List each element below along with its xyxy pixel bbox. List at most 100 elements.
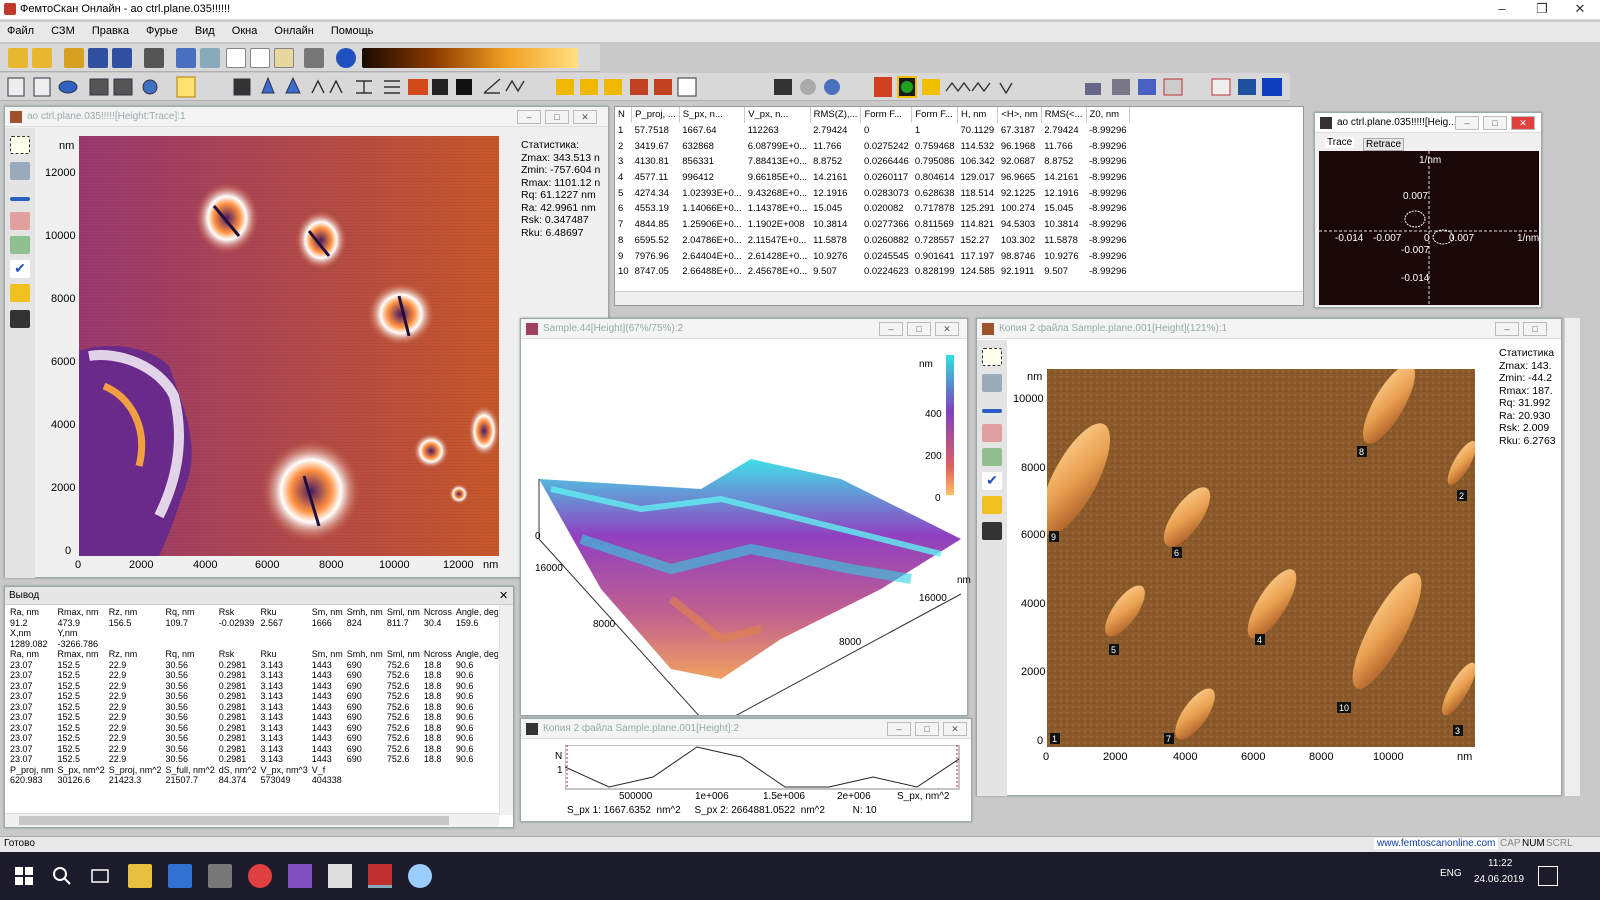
menu-fourier[interactable]: Фурье bbox=[139, 22, 185, 40]
path-icon[interactable] bbox=[982, 448, 1002, 466]
menu-online[interactable]: Онлайн bbox=[267, 22, 320, 40]
col-header[interactable]: RMS(Z),... bbox=[810, 107, 862, 123]
paint-icon[interactable] bbox=[982, 496, 1002, 514]
table-row[interactable]: 3 4130.81 856331 7.88413E+0... 8.8752 0.02664… bbox=[615, 154, 1130, 170]
maximize-button[interactable]: □ bbox=[1483, 116, 1507, 130]
col-header[interactable]: V_px, n... bbox=[744, 107, 811, 123]
windows-start-icon[interactable] bbox=[12, 864, 36, 888]
col-header[interactable]: H, nm bbox=[957, 107, 999, 123]
maximize-button[interactable]: □ bbox=[915, 722, 939, 736]
profile-window[interactable]: Копия 2 файла Sample.plane.001[Height]:2… bbox=[520, 718, 972, 822]
particle-marker[interactable]: 6 bbox=[1174, 548, 1179, 558]
notifications-icon[interactable] bbox=[1538, 866, 1558, 886]
line-icon[interactable] bbox=[982, 409, 1002, 413]
minimize-icon[interactable]: – bbox=[1485, 0, 1519, 20]
paint-icon[interactable] bbox=[10, 284, 30, 302]
histogram-plot[interactable] bbox=[565, 745, 961, 791]
col-header[interactable]: <H>, nm bbox=[997, 107, 1042, 123]
close-button[interactable]: ✕ bbox=[1511, 116, 1535, 130]
particle-marker[interactable]: 7 bbox=[1166, 734, 1171, 744]
restore-icon[interactable]: ❐ bbox=[1525, 0, 1559, 20]
calculator-icon[interactable] bbox=[208, 864, 232, 888]
minimize-button[interactable]: – bbox=[1455, 116, 1479, 130]
close-button[interactable]: ✕ bbox=[943, 722, 967, 736]
minimize-button[interactable]: – bbox=[879, 322, 903, 336]
table-row[interactable]: 9 7976.96 2.64404E+0... 2.61428E+0... 10.927… bbox=[615, 248, 1130, 264]
undo-icon[interactable] bbox=[176, 48, 196, 68]
select-rect-icon[interactable] bbox=[10, 136, 30, 154]
particle-marker[interactable]: 9 bbox=[1051, 532, 1056, 542]
table-row[interactable]: 5 4274.34 1.02393E+0... 9.43268E+0... 12.191… bbox=[615, 185, 1130, 201]
close-button[interactable]: ✕ bbox=[935, 322, 959, 336]
search-icon[interactable] bbox=[50, 864, 74, 888]
film-icon[interactable] bbox=[144, 48, 164, 68]
close-icon[interactable]: ✕ bbox=[1563, 0, 1597, 20]
palette-gradient[interactable] bbox=[362, 48, 578, 68]
menu-edit[interactable]: Правка bbox=[85, 22, 136, 40]
help-icon[interactable] bbox=[336, 48, 356, 68]
app-icon[interactable] bbox=[288, 864, 312, 888]
tab-trace[interactable]: Trace bbox=[1325, 137, 1355, 148]
particle-marker[interactable]: 1 bbox=[1052, 734, 1057, 744]
menu-windows[interactable]: Окна bbox=[225, 22, 265, 40]
sample-height-window[interactable]: Копия 2 файла Sample.plane.001[Height](1… bbox=[976, 318, 1562, 796]
output-window[interactable]: Вывод ✕ Ra, nm Rmax, nm Rz, nm Rq, nm Rsk Rku… bbox=[4, 586, 514, 828]
table-row[interactable]: 6 4553.19 1.14066E+0... 1.14378E+0... 15.045… bbox=[615, 201, 1130, 217]
copy-icon[interactable] bbox=[226, 48, 246, 68]
print-icon[interactable] bbox=[304, 48, 324, 68]
3d-surface[interactable] bbox=[521, 339, 967, 715]
website-link[interactable]: www.femtoscanonline.com bbox=[1374, 838, 1499, 849]
particles-table-window[interactable]: N P_proj, ... S_px, n... V_px, n... RMS(… bbox=[614, 106, 1304, 306]
particle-marker[interactable]: 2 bbox=[1459, 491, 1464, 501]
table-row[interactable]: 8 6595.52 2.04786E+0... 2.11547E+0... 11.587… bbox=[615, 233, 1130, 249]
table-row[interactable]: 4 4577.11 996412 9.66185E+0... 14.2161 0.0260… bbox=[615, 170, 1130, 186]
line-icon[interactable] bbox=[10, 197, 30, 201]
language-indicator[interactable]: ENG bbox=[1440, 868, 1462, 879]
open-folder-icon[interactable] bbox=[8, 48, 28, 68]
tab-retrace[interactable]: Retrace bbox=[1363, 138, 1405, 151]
table-row[interactable]: 10 8747.05 2.66488E+0... 2.45678E+0... 9.507… bbox=[615, 264, 1130, 280]
col-header[interactable]: Form F... bbox=[860, 107, 913, 123]
femtoscan-taskbar-icon[interactable] bbox=[368, 864, 392, 888]
table-row[interactable]: 7 4844.85 1.25906E+0... 1.1902E+008 10.3814 0… bbox=[615, 217, 1130, 233]
mail-icon[interactable] bbox=[328, 864, 352, 888]
afm-image-trace[interactable] bbox=[79, 136, 499, 556]
folder-icon[interactable] bbox=[64, 48, 84, 68]
task-view-icon[interactable] bbox=[88, 864, 112, 888]
horizontal-scrollbar[interactable] bbox=[615, 291, 1303, 305]
maximize-button[interactable]: □ bbox=[907, 322, 931, 336]
table-row[interactable]: 1 57.7518 1667.64 112263 2.79424 0 1 70.1129 67.… bbox=[615, 123, 1130, 139]
store-icon[interactable] bbox=[168, 864, 192, 888]
path-icon[interactable] bbox=[10, 236, 30, 254]
particle-marker[interactable]: 3 bbox=[1455, 726, 1460, 736]
clock-date[interactable]: 24.06.2019 bbox=[1474, 874, 1524, 885]
height-trace-window[interactable]: ao ctrl.plane.035!!!!![Height:Trace]:1 –… bbox=[4, 106, 609, 578]
minimize-button[interactable]: – bbox=[887, 722, 911, 736]
yandex-browser-icon[interactable] bbox=[248, 864, 272, 888]
camera-icon[interactable] bbox=[10, 310, 30, 328]
scroll-thumb[interactable] bbox=[19, 816, 449, 825]
col-header[interactable]: S_px, n... bbox=[679, 107, 746, 123]
particle-marker[interactable]: 10 bbox=[1339, 703, 1349, 713]
maximize-button[interactable]: □ bbox=[1523, 322, 1547, 336]
check-icon[interactable]: ✔ bbox=[10, 260, 30, 278]
vertical-scrollbar[interactable] bbox=[1564, 318, 1580, 796]
col-header[interactable]: RMS(<... bbox=[1041, 107, 1087, 123]
camera-icon[interactable] bbox=[982, 522, 1002, 540]
image-icon[interactable] bbox=[982, 374, 1002, 392]
col-header[interactable]: N bbox=[615, 107, 633, 123]
profile-icon[interactable] bbox=[10, 212, 30, 230]
col-header[interactable]: Form F... bbox=[911, 107, 958, 123]
image-icon[interactable] bbox=[10, 162, 30, 180]
particle-marker[interactable]: 4 bbox=[1257, 635, 1262, 645]
horizontal-scrollbar[interactable] bbox=[5, 813, 499, 827]
check-icon[interactable]: ✔ bbox=[982, 472, 1002, 490]
minimize-button[interactable]: – bbox=[1495, 322, 1519, 336]
afm-image-sample[interactable] bbox=[1047, 369, 1475, 747]
menu-file[interactable]: Файл bbox=[0, 22, 41, 40]
paste-icon[interactable] bbox=[274, 48, 294, 68]
menu-help[interactable]: Помощь bbox=[324, 22, 381, 40]
col-header[interactable]: P_proj, ... bbox=[631, 107, 680, 123]
particle-marker[interactable]: 8 bbox=[1359, 447, 1364, 457]
settings-taskbar-icon[interactable] bbox=[408, 864, 432, 888]
